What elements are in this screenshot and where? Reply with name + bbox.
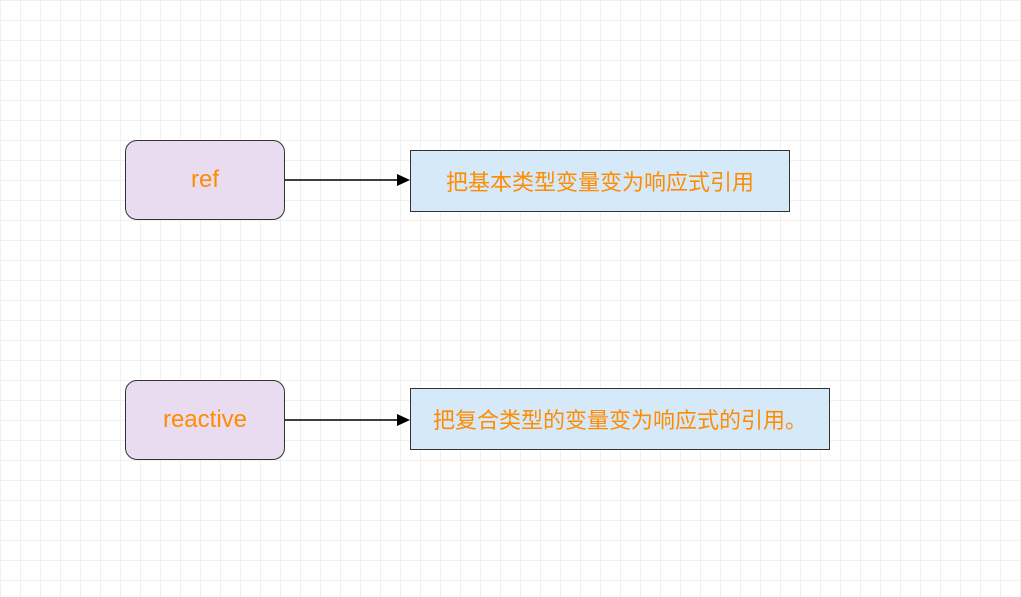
reactive-description-node[interactable]: 把复合类型的变量变为响应式的引用。	[410, 388, 830, 450]
reactive-node[interactable]: reactive	[125, 380, 285, 460]
ref-label: ref	[191, 166, 219, 194]
reactive-label: reactive	[163, 406, 247, 434]
arrow-reactive-icon	[285, 410, 415, 430]
ref-node[interactable]: ref	[125, 140, 285, 220]
arrow-ref-icon	[285, 170, 415, 190]
ref-description-text: 把基本类型变量变为响应式引用	[446, 165, 754, 197]
ref-description-node[interactable]: 把基本类型变量变为响应式引用	[410, 150, 790, 212]
reactive-description-text: 把复合类型的变量变为响应式的引用。	[433, 403, 807, 435]
